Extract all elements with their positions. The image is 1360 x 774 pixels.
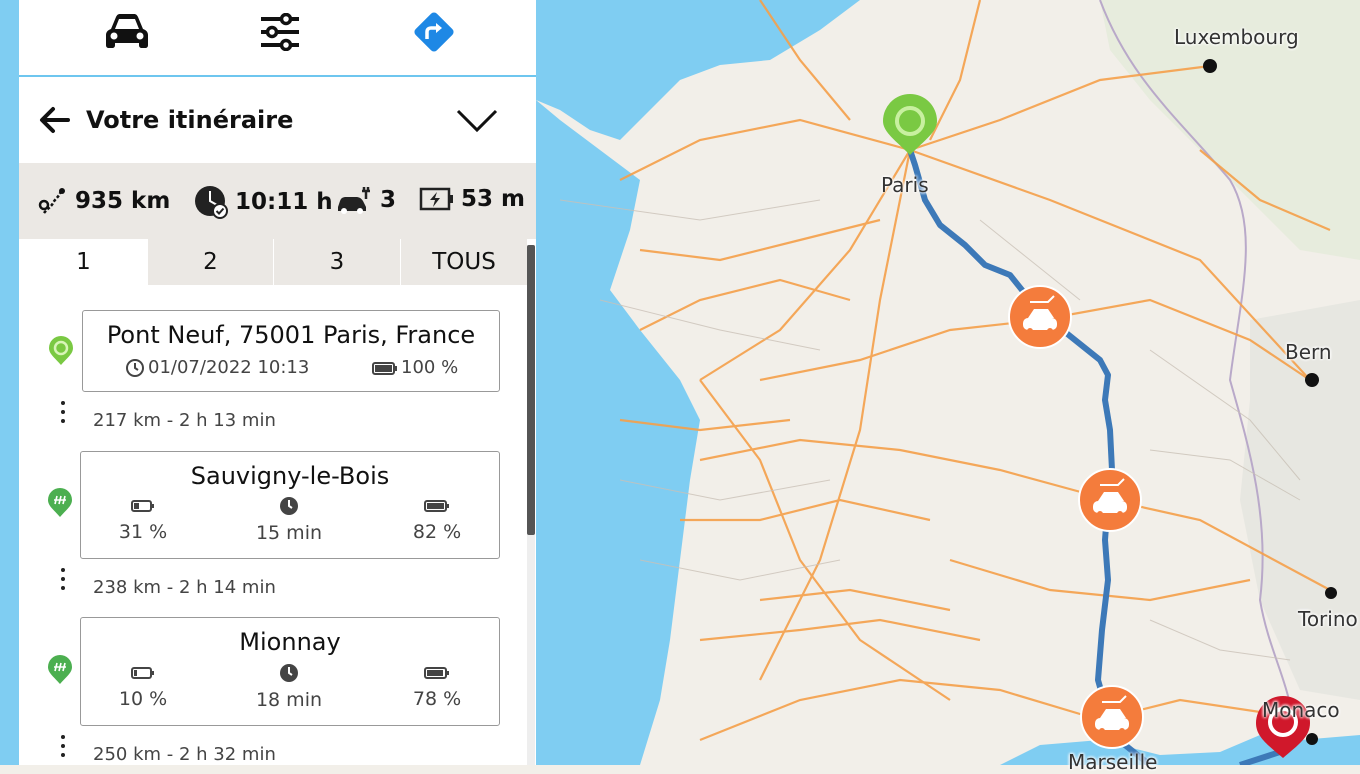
leg-3-info: 250 km - 2 h 32 min: [93, 744, 276, 765]
map-label-marseille: Marseille: [1068, 750, 1158, 774]
departure-battery: 82 %: [397, 498, 477, 543]
car-charging-icon: [338, 187, 370, 214]
leg-dots: [61, 735, 65, 762]
stop-name: Sauvigny-le-Bois: [190, 462, 390, 490]
charge-duration: 18 min: [249, 663, 329, 711]
tab-all[interactable]: TOUS: [400, 239, 527, 285]
battery-low-icon: [131, 500, 154, 512]
charge-stop-pin-icon: [48, 488, 72, 517]
arrival-battery: 10 %: [103, 665, 183, 710]
tab-1[interactable]: 1: [19, 239, 147, 285]
clock-icon: [126, 358, 144, 377]
start-address: Pont Neuf, 75001 Paris, France: [106, 321, 476, 349]
scrollbar-thumb[interactable]: [527, 245, 535, 535]
arrival-battery-value: 31 %: [118, 521, 168, 543]
start-datetime-value: 01/07/2022 10:13: [148, 357, 310, 378]
leg-2-info: 238 km - 2 h 14 min: [93, 577, 276, 598]
route-summary: 935 km 10:11 h 3 53 m: [19, 163, 536, 239]
charge-duration: 15 min: [249, 496, 329, 544]
charger-marker-icon[interactable]: [1008, 285, 1072, 349]
leg-tabs: 1 2 3 TOUS: [19, 239, 527, 285]
start-battery: 100 %: [372, 357, 458, 378]
car-icon[interactable]: [104, 12, 150, 52]
battery-high-icon: [424, 667, 449, 679]
battery-low-icon: [131, 667, 154, 679]
map-label-monaco: Monaco: [1262, 698, 1340, 722]
stop-card[interactable]: Mionnay 10 % 18 min 78 %: [80, 617, 500, 726]
arrival-battery-value: 10 %: [118, 688, 168, 710]
charges-stat: 3: [336, 185, 396, 215]
map-label-bern: Bern: [1285, 340, 1332, 364]
battery-charging-icon: [419, 187, 453, 211]
toolbar: [19, 0, 536, 77]
back-arrow-icon[interactable]: [38, 103, 72, 141]
departure-battery-value: 82 %: [412, 521, 462, 543]
arrival-battery: 31 %: [103, 498, 183, 543]
start-card[interactable]: Pont Neuf, 75001 Paris, France 01/07/202…: [82, 310, 500, 392]
tab-3[interactable]: 3: [273, 239, 400, 285]
charge-stop-pin-icon: [48, 655, 72, 684]
tab-2[interactable]: 2: [147, 239, 273, 285]
map-label-luxembourg: Luxembourg: [1174, 25, 1299, 49]
charger-marker-icon[interactable]: [1080, 685, 1144, 749]
distance-value: 935 km: [75, 188, 171, 214]
leg-1-info: 217 km - 2 h 13 min: [93, 410, 276, 431]
charge-duration-value: 15 min: [255, 522, 323, 544]
start-datetime: 01/07/2022 10:13: [125, 357, 309, 378]
start-pin-icon: [49, 336, 73, 365]
charge-time-stat: 53 m: [419, 185, 525, 213]
route-icon[interactable]: [411, 12, 457, 52]
start-battery-value: 100 %: [401, 357, 459, 378]
chevron-down-icon[interactable]: [456, 108, 498, 138]
stop-card[interactable]: Sauvigny-le-Bois 31 % 15 min 82 %: [80, 451, 500, 559]
leg-dots: [61, 568, 65, 595]
departure-battery: 78 %: [397, 665, 477, 710]
map-label-paris: Paris: [881, 173, 929, 197]
distance-stat: 935 km: [37, 185, 170, 217]
leg-dots: [61, 401, 65, 428]
charges-value: 3: [380, 187, 397, 213]
map-label-torino: Torino: [1298, 607, 1358, 631]
battery-high-icon: [424, 500, 449, 512]
page-title: Votre itinéraire: [86, 106, 294, 134]
stop-name: Mionnay: [239, 628, 341, 656]
departure-battery-value: 78 %: [412, 688, 462, 710]
battery-full-icon: [372, 361, 397, 375]
duration-value: 10:11 h: [235, 189, 333, 215]
clock-icon: [280, 664, 298, 682]
clock-icon: [280, 497, 298, 515]
charge-duration-value: 18 min: [255, 689, 323, 711]
duration-stat: 10:11 h: [193, 185, 333, 219]
clock-check-icon: [195, 186, 228, 219]
sliders-icon[interactable]: [257, 12, 303, 52]
distance-icon: [38, 188, 65, 214]
charger-marker-icon[interactable]: [1078, 468, 1142, 532]
charge-time-value: 53 m: [461, 186, 525, 212]
